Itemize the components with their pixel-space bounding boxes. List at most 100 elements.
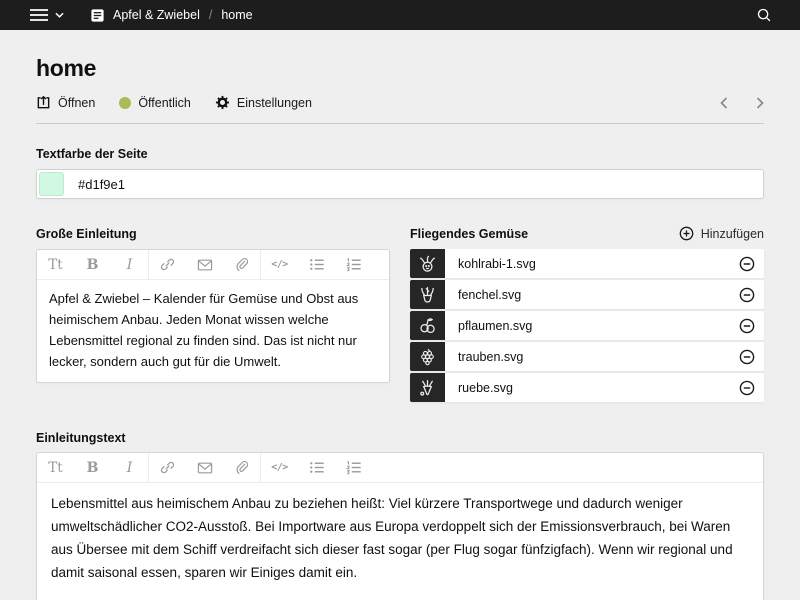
- text-style-button[interactable]: Tt: [37, 250, 74, 280]
- remove-file-button[interactable]: [739, 380, 755, 396]
- file-row[interactable]: kohlrabi-1.svg: [410, 249, 764, 278]
- chevron-right-icon: [756, 97, 764, 109]
- ordered-list-button[interactable]: [335, 250, 372, 280]
- menu-button[interactable]: [30, 8, 64, 22]
- italic-button[interactable]: I: [111, 453, 148, 483]
- file-row[interactable]: trauben.svg: [410, 342, 764, 371]
- ordered-list-icon: [346, 257, 362, 272]
- color-field-label: Textfarbe der Seite: [36, 147, 764, 161]
- status-button-label: Öffentlich: [138, 96, 191, 110]
- file-row[interactable]: pflaumen.svg: [410, 311, 764, 340]
- grosse-einleitung-editor: Tt B I </> Apfel & Zwiebel – Kalender fü…: [36, 249, 390, 383]
- file-row[interactable]: fenchel.svg: [410, 280, 764, 309]
- minus-circle-icon: [739, 380, 755, 396]
- chevron-left-icon: [720, 97, 728, 109]
- prev-page-button[interactable]: [720, 97, 728, 109]
- remove-file-button[interactable]: [739, 287, 755, 303]
- ordered-list-icon: [346, 460, 362, 475]
- status-button[interactable]: Öffentlich: [119, 96, 191, 110]
- einleitungstext-paragraph: Lebensmittel aus heimischem Anbau zu bez…: [51, 492, 749, 584]
- file-name: fenchel.svg: [458, 288, 521, 302]
- einleitungstext-paragraph: Vorsicht! Beim Einkauf trotzdem immer da…: [51, 595, 749, 600]
- settings-button-label: Einstellungen: [237, 96, 312, 110]
- color-field: [36, 169, 764, 199]
- breadcrumb-site-label: Apfel & Zwiebel: [113, 8, 200, 22]
- link-button[interactable]: [149, 453, 186, 483]
- breadcrumb-separator: /: [209, 8, 212, 22]
- einleitungstext-textarea[interactable]: Lebensmittel aus heimischem Anbau zu bez…: [37, 483, 763, 600]
- add-file-button[interactable]: Hinzufügen: [679, 226, 764, 241]
- editor-toolbar: Tt B I </>: [37, 250, 389, 280]
- text-style-icon: Tt: [48, 257, 62, 273]
- minus-circle-icon: [739, 318, 755, 334]
- text-style-icon: Tt: [48, 460, 62, 476]
- open-button-label: Öffnen: [58, 96, 95, 110]
- einleitungstext-editor: Tt B I </> Lebensmittel aus heimischem A…: [36, 452, 764, 600]
- remove-file-button[interactable]: [739, 318, 755, 334]
- italic-icon: I: [127, 460, 133, 476]
- link-button[interactable]: [149, 250, 186, 280]
- attachment-button[interactable]: [223, 250, 260, 280]
- page-icon: [90, 8, 105, 23]
- section-grosse-einleitung: Große Einleitung Tt B I </>: [36, 225, 390, 404]
- breadcrumb-page-label: home: [221, 8, 252, 22]
- add-file-button-label: Hinzufügen: [701, 227, 764, 241]
- text-style-button[interactable]: Tt: [37, 453, 74, 483]
- file-thumbnail-fenchel: [410, 280, 445, 309]
- email-button[interactable]: [186, 453, 223, 483]
- minus-circle-icon: [739, 287, 755, 303]
- topbar: Apfel & Zwiebel / home: [0, 0, 800, 30]
- ordered-list-button[interactable]: [335, 453, 372, 483]
- breadcrumb: Apfel & Zwiebel / home: [90, 8, 253, 23]
- chevron-down-icon: [55, 12, 64, 18]
- attachment-icon: [234, 460, 249, 475]
- link-icon: [160, 257, 175, 272]
- panel-page: Apfel & Zwiebel / home home Öffnen: [0, 0, 800, 600]
- remove-file-button[interactable]: [739, 256, 755, 272]
- bold-icon: B: [87, 257, 99, 273]
- color-value-input[interactable]: [78, 177, 761, 192]
- code-button[interactable]: </>: [261, 453, 298, 483]
- gear-icon: [215, 95, 230, 110]
- section-fliegendes-gemuese: Fliegendes Gemüse Hinzufügen kohlrabi-1.…: [410, 225, 764, 404]
- open-button[interactable]: Öffnen: [36, 95, 95, 110]
- breadcrumb-site[interactable]: Apfel & Zwiebel: [90, 8, 200, 23]
- code-icon: </>: [271, 462, 288, 473]
- unordered-list-button[interactable]: [298, 250, 335, 280]
- file-list: kohlrabi-1.svg fenchel.svg: [410, 249, 764, 402]
- fliegendes-gemuese-label: Fliegendes Gemüse: [410, 227, 528, 241]
- file-name: ruebe.svg: [458, 381, 513, 395]
- code-button[interactable]: </>: [261, 250, 298, 280]
- file-thumbnail-ruebe: [410, 373, 445, 402]
- grosse-einleitung-label: Große Einleitung: [36, 227, 137, 241]
- bold-button[interactable]: B: [74, 453, 111, 483]
- minus-circle-icon: [739, 256, 755, 272]
- page-pager: [720, 97, 764, 109]
- page-header-buttons: Öffnen Öffentlich Einstellungen: [36, 95, 764, 110]
- remove-file-button[interactable]: [739, 349, 755, 365]
- email-icon: [197, 461, 213, 475]
- open-icon: [36, 95, 51, 110]
- next-page-button[interactable]: [756, 97, 764, 109]
- file-name: kohlrabi-1.svg: [458, 257, 536, 271]
- page-title: home: [36, 55, 764, 82]
- grosse-einleitung-textarea[interactable]: Apfel & Zwiebel – Kalender für Gemüse un…: [37, 280, 389, 382]
- settings-button[interactable]: Einstellungen: [215, 95, 312, 110]
- code-icon: </>: [271, 259, 288, 270]
- hamburger-icon: [30, 8, 48, 22]
- bold-button[interactable]: B: [74, 250, 111, 280]
- breadcrumb-page[interactable]: home: [221, 8, 252, 22]
- email-button[interactable]: [186, 250, 223, 280]
- email-icon: [197, 258, 213, 272]
- sections-grid: Große Einleitung Tt B I </>: [36, 225, 764, 404]
- einleitungstext-label: Einleitungstext: [36, 431, 764, 445]
- plus-circle-icon: [679, 226, 694, 241]
- file-row[interactable]: ruebe.svg: [410, 373, 764, 402]
- unordered-list-button[interactable]: [298, 453, 335, 483]
- color-swatch[interactable]: [39, 172, 64, 196]
- search-button[interactable]: [756, 7, 772, 23]
- attachment-button[interactable]: [223, 453, 260, 483]
- file-name: pflaumen.svg: [458, 319, 532, 333]
- file-thumbnail-pflaumen: [410, 311, 445, 340]
- italic-button[interactable]: I: [111, 250, 148, 280]
